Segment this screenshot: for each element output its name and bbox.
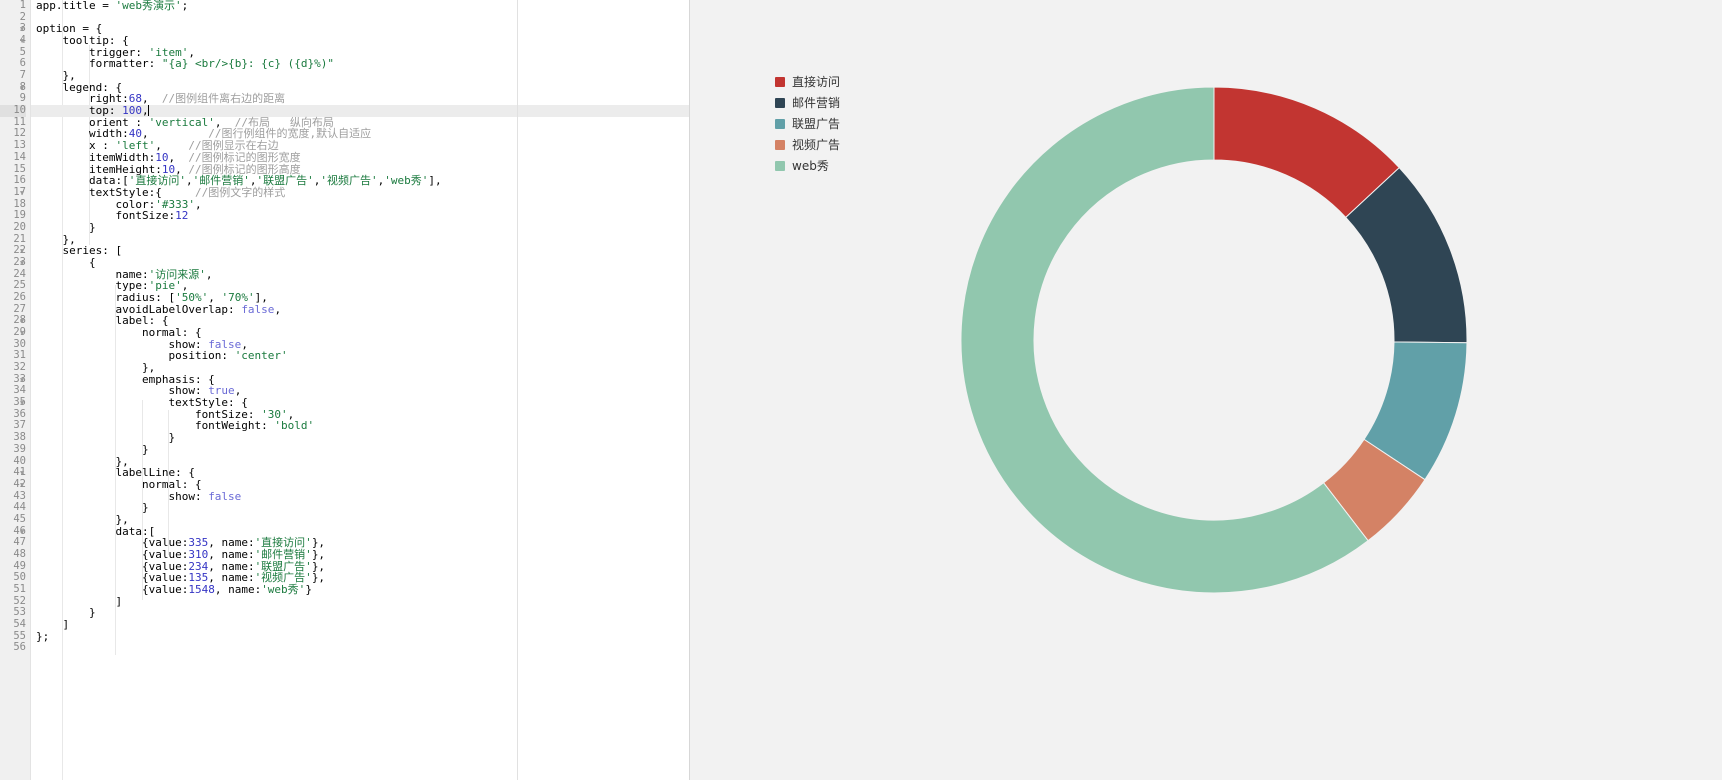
print-margin-guide [517, 0, 518, 780]
code-line[interactable]: 22 ▼ series: [ [0, 245, 689, 257]
legend-item[interactable]: 直接访问 [775, 71, 840, 92]
code-line[interactable]: 52 ] [0, 595, 689, 608]
line-number: 32 [13, 361, 26, 374]
code-line[interactable]: 2 [0, 11, 689, 24]
line-number: 56 [13, 641, 26, 654]
line-number: 7 [19, 69, 26, 82]
legend-item[interactable]: 联盟广告 [775, 113, 840, 134]
chart-legend[interactable]: 直接访问邮件营销联盟广告视频广告 web秀 [775, 71, 840, 176]
line-number: 39 [13, 442, 26, 455]
code-line[interactable]: 20 } [0, 220, 689, 234]
legend-item-label: web秀 [792, 158, 829, 173]
legend-swatch-icon [775, 76, 785, 87]
fold-arrow-icon[interactable]: ▼ [20, 479, 30, 491]
code-line[interactable]: 54 ] [0, 618, 689, 631]
text-cursor [147, 105, 149, 117]
line-number: 54 [13, 618, 26, 631]
code-line[interactable]: 53 } [0, 607, 689, 619]
code-line[interactable]: 19 fontSize:12 [0, 210, 689, 222]
legend-item-label: 直接访问 [792, 74, 841, 89]
fold-arrow-icon[interactable]: ▼ [20, 245, 30, 257]
gutter-border [30, 0, 31, 780]
fold-arrow-icon[interactable]: ▼ [20, 257, 30, 269]
fold-arrow-icon[interactable]: ▼ [20, 35, 30, 47]
fold-arrow-icon[interactable]: ▼ [20, 526, 30, 538]
fold-arrow-icon[interactable]: ▼ [20, 315, 30, 327]
code-editor-pane[interactable]: 1 app.title = 'web秀演示'; 2 3 ▼ option = {4 ▼ to… [0, 0, 690, 780]
code-line[interactable]: 1 app.title = 'web秀演示'; [0, 0, 689, 12]
line-number: 45 [13, 512, 26, 525]
code-text: }; [36, 629, 50, 643]
fold-arrow-icon[interactable]: ▼ [20, 23, 30, 35]
fold-arrow-icon[interactable]: ▼ [20, 327, 30, 339]
legend-item-label: 邮件营销 [792, 95, 841, 110]
code-line[interactable]: 56 [0, 641, 689, 654]
line-number: 48 [13, 547, 26, 560]
donut-chart[interactable] [961, 87, 1467, 593]
code-line[interactable]: 55}; [0, 629, 689, 643]
line-number: 26 [13, 291, 26, 303]
fold-arrow-icon[interactable]: ▼ [20, 374, 30, 386]
line-number: 51 [13, 583, 26, 595]
legend-item[interactable]: web秀 [775, 155, 840, 176]
line-number: 14 [13, 150, 26, 163]
chart-pane: 直接访问邮件营销联盟广告视频广告 web秀 [690, 0, 1722, 780]
fold-arrow-icon[interactable]: ▼ [20, 397, 30, 409]
line-number: 1 [19, 0, 26, 11]
legend-item[interactable]: 邮件营销 [775, 92, 840, 113]
code-line[interactable]: 6 formatter: "{a} <br/>{b}: {c} ({d}%)" [0, 57, 689, 71]
fold-arrow-icon[interactable]: ▼ [20, 187, 30, 199]
donut-chart-svg[interactable] [961, 87, 1467, 593]
legend-swatch-icon [775, 139, 785, 150]
code-text: app.title = 'web秀演示'; [36, 0, 189, 12]
app-window: 1 app.title = 'web秀演示'; 2 3 ▼ option = {4 ▼ to… [0, 0, 1722, 780]
fold-arrow-icon[interactable]: ▼ [20, 467, 30, 479]
fold-arrow-icon[interactable]: ▼ [20, 82, 30, 94]
legend-item-label: 视频广告 [792, 137, 841, 152]
legend-item[interactable]: 视频广告 [775, 134, 840, 155]
donut-slices[interactable] [961, 87, 1467, 593]
code-text: formatter: "{a} <br/>{b}: {c} ({d}%)" [36, 57, 335, 71]
legend-swatch-icon [775, 118, 785, 129]
legend-swatch-icon [775, 160, 785, 171]
legend-item-label: 联盟广告 [792, 116, 841, 131]
line-number: 20 [13, 220, 26, 233]
legend-swatch-icon [775, 97, 785, 108]
